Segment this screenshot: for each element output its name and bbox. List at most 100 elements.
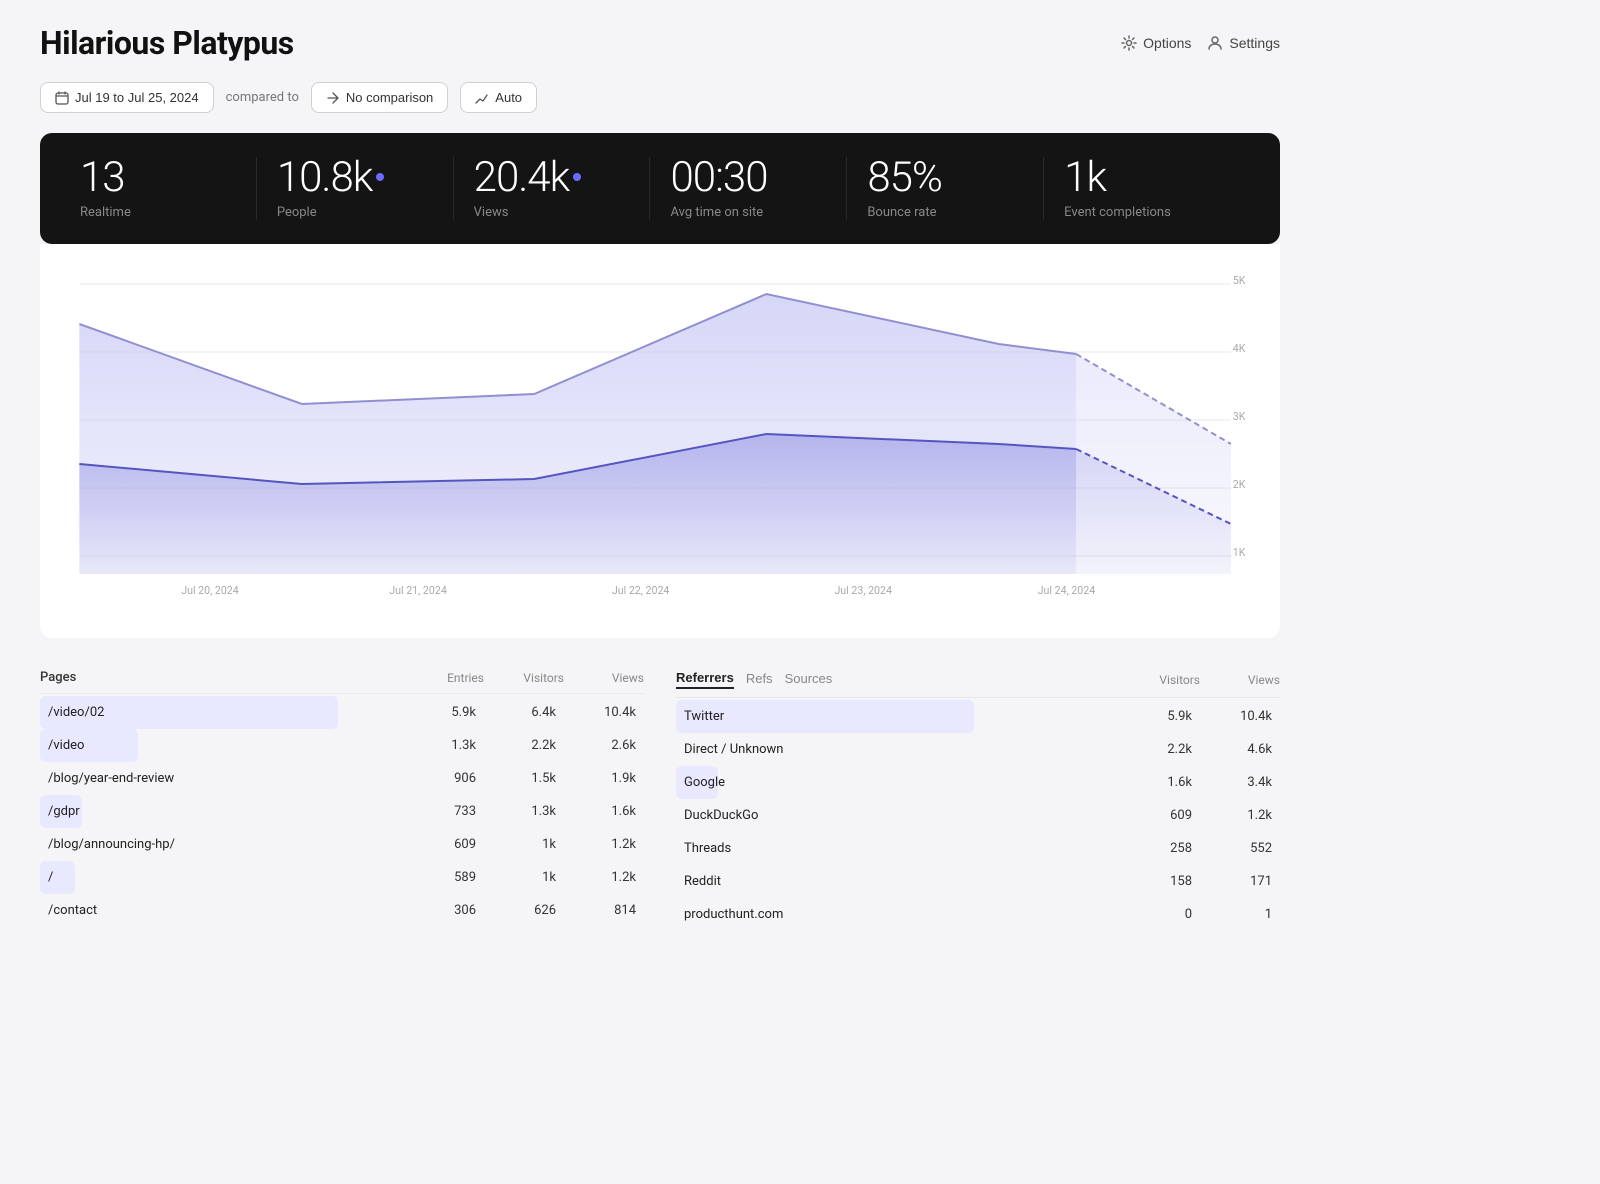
tab-refs[interactable]: Refs [746, 671, 773, 688]
date-range-button[interactable]: Jul 19 to Jul 25, 2024 [40, 82, 214, 113]
compared-to-label: compared to [226, 90, 299, 105]
table-row[interactable]: Google 1.6k 3.4k [676, 766, 1280, 799]
referrer-views: 1 [1192, 907, 1272, 922]
stat-views-value: 20.4k [474, 157, 630, 199]
stat-views-label: Views [474, 205, 630, 220]
svg-text:4K: 4K [1233, 342, 1246, 355]
ref-tabs: Referrers Refs Sources [676, 670, 1120, 689]
page-views: 1.9k [556, 771, 636, 786]
page-views: 1.2k [556, 870, 636, 885]
referrer-name: Google [684, 775, 1112, 790]
svg-text:Jul 20, 2024: Jul 20, 2024 [181, 584, 239, 597]
referrer-name: Direct / Unknown [684, 742, 1112, 757]
header-actions: Options Settings [1121, 35, 1280, 51]
table-row[interactable]: /video 1.3k 2.2k 2.6k [40, 729, 644, 762]
page-visitors: 1.5k [476, 771, 556, 786]
referrer-visitors: 0 [1112, 907, 1192, 922]
people-dot [376, 173, 384, 181]
page-visitors: 2.2k [476, 738, 556, 753]
table-row[interactable]: Direct / Unknown 2.2k 4.6k [676, 733, 1280, 766]
referrer-name: DuckDuckGo [684, 808, 1112, 823]
stat-avgtime-value: 00:30 [670, 157, 826, 199]
referrer-views: 171 [1192, 874, 1272, 889]
comparison-label: No comparison [346, 90, 433, 105]
page-name: /blog/announcing-hp/ [48, 837, 396, 852]
table-row[interactable]: Reddit 158 171 [676, 865, 1280, 898]
page-name: /gdpr [48, 804, 396, 819]
page-name: /video/02 [48, 705, 396, 720]
referrer-views: 10.4k [1192, 709, 1272, 724]
page-visitors: 1k [476, 870, 556, 885]
referrer-views: 4.6k [1192, 742, 1272, 757]
table-row[interactable]: Threads 258 552 [676, 832, 1280, 865]
page-visitors: 6.4k [476, 705, 556, 720]
stats-bar: 13 Realtime 10.8k People 20.4k Views 00:… [40, 133, 1280, 244]
stat-avgtime-label: Avg time on site [670, 205, 826, 220]
referrer-visitors: 609 [1112, 808, 1192, 823]
referrer-visitors: 158 [1112, 874, 1192, 889]
svg-text:3K: 3K [1233, 410, 1246, 423]
stat-people-value: 10.8k [277, 157, 433, 199]
app-title: Hilarious Platypus [40, 24, 294, 62]
tab-referrers[interactable]: Referrers [676, 670, 734, 689]
page-entries: 733 [396, 804, 476, 819]
scale-label: Auto [495, 90, 522, 105]
page-visitors: 1k [476, 837, 556, 852]
table-row[interactable]: /gdpr 733 1.3k 1.6k [40, 795, 644, 828]
referrer-visitors: 5.9k [1112, 709, 1192, 724]
pages-col-views: Views [564, 671, 644, 685]
calendar-icon [55, 91, 69, 105]
svg-text:Jul 21, 2024: Jul 21, 2024 [389, 584, 447, 597]
stat-realtime: 13 Realtime [80, 157, 257, 220]
page-entries: 306 [396, 903, 476, 918]
stat-bounce: 85% Bounce rate [867, 157, 1044, 220]
table-row[interactable]: /blog/year-end-review 906 1.5k 1.9k [40, 762, 644, 795]
referrers-col-views: Views [1200, 673, 1280, 687]
settings-button[interactable]: Settings [1207, 35, 1280, 51]
comparison-button[interactable]: No comparison [311, 82, 448, 113]
page-visitors: 626 [476, 903, 556, 918]
stat-people: 10.8k People [277, 157, 454, 220]
views-dot [573, 173, 581, 181]
chart-container: 5K 4K 3K 2K 1K [40, 244, 1280, 638]
pages-col-visitors: Visitors [484, 671, 564, 685]
table-row[interactable]: /video/02 5.9k 6.4k 10.4k [40, 696, 644, 729]
stat-avgtime: 00:30 Avg time on site [670, 157, 847, 220]
svg-text:Jul 22, 2024: Jul 22, 2024 [612, 584, 670, 597]
table-row[interactable]: DuckDuckGo 609 1.2k [676, 799, 1280, 832]
header: Hilarious Platypus Options Settings [40, 24, 1280, 62]
page-views: 10.4k [556, 705, 636, 720]
options-button[interactable]: Options [1121, 35, 1191, 51]
stat-events-label: Event completions [1064, 205, 1220, 220]
pages-table-header: Pages Entries Visitors Views [40, 670, 644, 685]
pages-table-title: Pages [40, 670, 404, 685]
pages-col-entries: Entries [404, 671, 484, 685]
referrer-views: 1.2k [1192, 808, 1272, 823]
date-range-label: Jul 19 to Jul 25, 2024 [75, 90, 199, 105]
settings-label: Settings [1229, 35, 1280, 51]
stat-bounce-value: 85% [867, 157, 1023, 199]
svg-text:Jul 23, 2024: Jul 23, 2024 [834, 584, 892, 597]
stat-realtime-value: 13 [80, 157, 236, 199]
referrer-visitors: 1.6k [1112, 775, 1192, 790]
page-views: 2.6k [556, 738, 636, 753]
table-row[interactable]: producthunt.com 0 1 [676, 898, 1280, 931]
referrers-rows: Twitter 5.9k 10.4k Direct / Unknown 2.2k… [676, 700, 1280, 931]
options-label: Options [1143, 35, 1191, 51]
page-entries: 589 [396, 870, 476, 885]
tab-sources[interactable]: Sources [785, 671, 833, 688]
referrers-table-panel: Referrers Refs Sources Visitors Views Tw… [676, 670, 1280, 931]
page-entries: 5.9k [396, 705, 476, 720]
scale-button[interactable]: Auto [460, 82, 537, 113]
svg-text:2K: 2K [1233, 478, 1246, 491]
table-row[interactable]: / 589 1k 1.2k [40, 861, 644, 894]
page-name: /video [48, 738, 396, 753]
table-row[interactable]: /blog/announcing-hp/ 609 1k 1.2k [40, 828, 644, 861]
chart-svg: 5K 4K 3K 2K 1K [60, 264, 1260, 604]
table-row[interactable]: Twitter 5.9k 10.4k [676, 700, 1280, 733]
table-row[interactable]: /contact 306 626 814 [40, 894, 644, 927]
tables-section: Pages Entries Visitors Views /video/02 5… [40, 670, 1280, 931]
stat-events: 1k Event completions [1064, 157, 1240, 220]
referrer-visitors: 258 [1112, 841, 1192, 856]
stat-events-value: 1k [1064, 157, 1220, 199]
